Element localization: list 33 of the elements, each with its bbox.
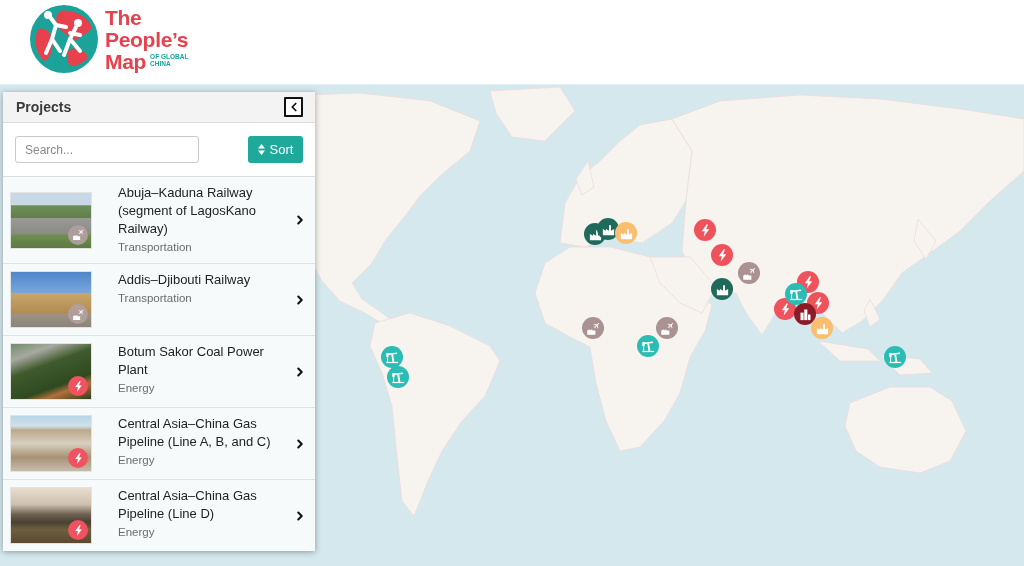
- bolt-badge-icon: [68, 448, 88, 468]
- project-category: Transportation: [118, 291, 193, 306]
- project-category: Energy: [118, 525, 156, 540]
- globe-logo-icon: [30, 5, 98, 73]
- project-category: Transportation: [118, 240, 193, 255]
- factory-marker-icon[interactable]: [615, 222, 637, 244]
- factory-marker-icon[interactable]: [811, 317, 833, 339]
- logo-title-line: The: [105, 7, 143, 29]
- collapse-panel-button[interactable]: [284, 97, 303, 117]
- project-title: Central Asia–China Gas Pipeline (Line D): [118, 487, 258, 523]
- project-list-item[interactable]: Central Asia–China Gas Pipeline (Line D) Energy: [3, 480, 315, 551]
- towers-marker-icon[interactable]: [794, 303, 816, 325]
- plane-badge-icon: [68, 224, 88, 245]
- bolt-badge-icon: [68, 520, 88, 540]
- search-field[interactable]: Search...: [15, 136, 199, 163]
- project-title: Abuja–Kaduna Railway (segment of LagosKano Railway): [118, 184, 258, 238]
- logo-title-line: People’s: [105, 29, 189, 51]
- project-category: Energy: [118, 381, 156, 396]
- sort-icon: [257, 144, 265, 155]
- pumpjack-marker-icon[interactable]: [884, 346, 906, 368]
- bolt-badge-icon: [68, 376, 88, 396]
- panel-title: Projects: [16, 99, 72, 115]
- project-title: Central Asia–China Gas Pipeline (Line A, B, and C): [118, 415, 272, 451]
- project-category: Energy: [118, 453, 156, 468]
- project-title: Addis–Djibouti Railway: [118, 271, 252, 289]
- plane-badge-icon: [68, 304, 88, 324]
- factory-marker-icon[interactable]: [711, 278, 733, 300]
- logo-title-line: Map: [105, 51, 147, 73]
- project-list-item[interactable]: Addis–Djibouti Railway Transportation: [3, 264, 315, 336]
- project-list-item[interactable]: Abuja–Kaduna Railway (segment of LagosKano Railway) Transportation: [3, 177, 315, 264]
- project-list-item[interactable]: Central Asia–China Gas Pipeline (Line A, B, and C) Energy: [3, 408, 315, 480]
- project-title: Botum Sakor Coal Power Plant: [118, 343, 265, 379]
- project-list-item[interactable]: Botum Sakor Coal Power Plant Energy: [3, 336, 315, 408]
